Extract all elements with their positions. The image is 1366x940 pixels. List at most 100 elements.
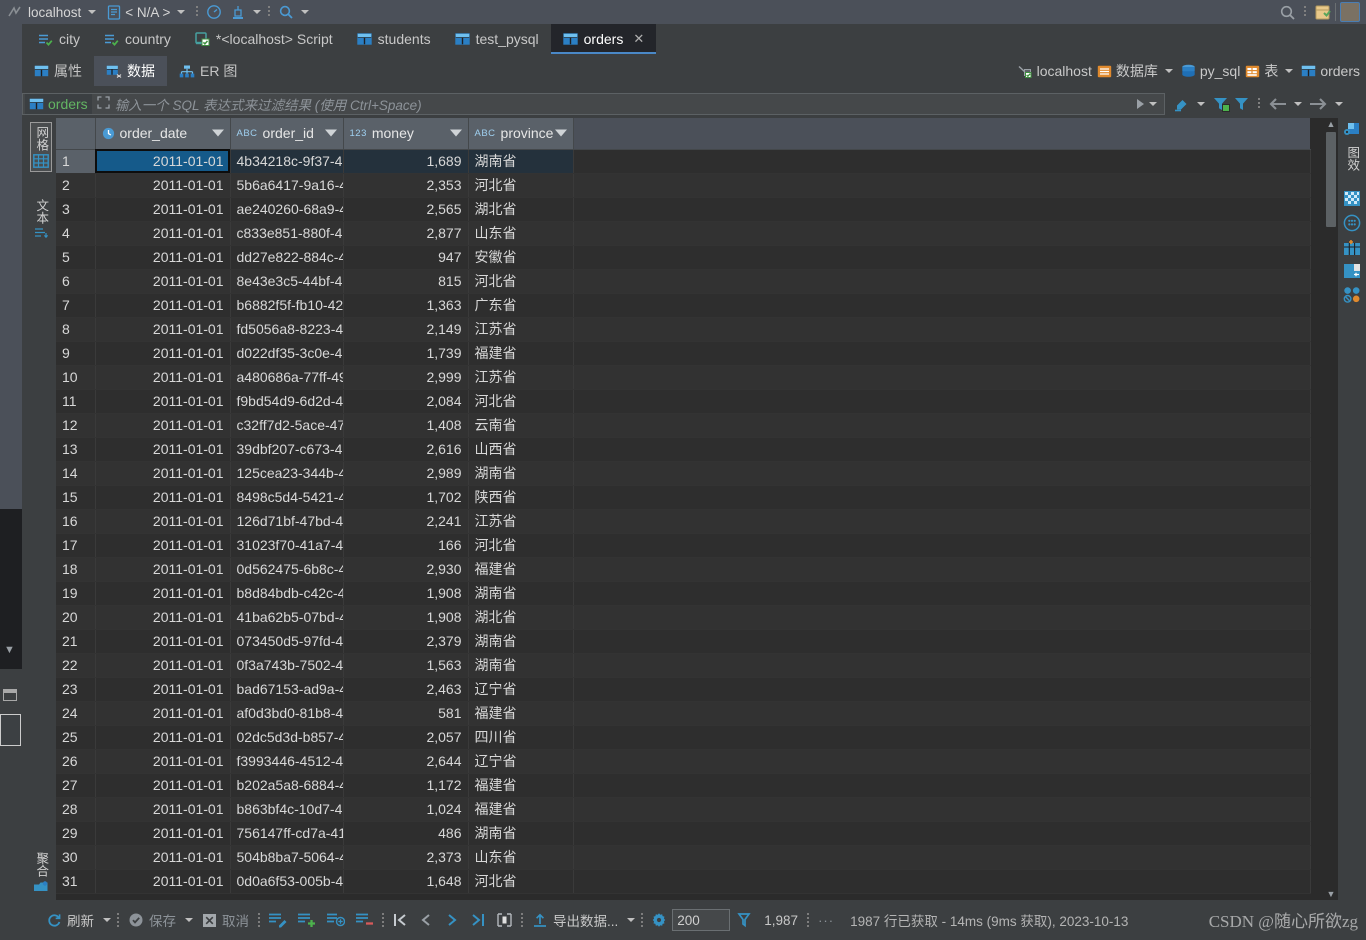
row-number-cell[interactable]: 3 xyxy=(56,197,96,222)
cell-province[interactable]: 福建省 xyxy=(468,797,574,822)
chevron-down-icon[interactable] xyxy=(301,10,310,14)
cancel-button[interactable]: 取消 xyxy=(196,910,255,930)
table-row[interactable]: 4 2011-01-01 c833e851-880f-4 2,877 山东省 xyxy=(56,221,1311,246)
cell-order-id[interactable]: c833e851-880f-4 xyxy=(230,221,344,246)
table-row[interactable]: 26 2011-01-01 f3993446-4512-4 2,644 辽宁省 xyxy=(56,749,1311,774)
duplicate-row-icon[interactable] xyxy=(321,912,350,928)
cell-money[interactable]: 486 xyxy=(343,821,469,846)
profiler-icon[interactable] xyxy=(202,4,226,20)
table-row[interactable]: 3 2011-01-01 ae240260-68a9-4 2,565 湖北省 xyxy=(56,197,1311,222)
cell-province[interactable]: 江苏省 xyxy=(468,317,574,342)
chevron-down-icon[interactable] xyxy=(324,129,337,137)
row-number-cell[interactable]: 19 xyxy=(56,581,96,606)
cell-order-date[interactable]: 2011-01-01 xyxy=(95,749,231,774)
cell-money[interactable]: 1,908 xyxy=(343,605,469,630)
rail-text-group[interactable]: 文本 xyxy=(31,196,51,242)
row-number-cell[interactable]: 6 xyxy=(56,269,96,294)
avatar[interactable] xyxy=(1340,2,1360,22)
editor-tab-students[interactable]: students xyxy=(345,24,443,54)
cell-money[interactable]: 2,084 xyxy=(343,389,469,414)
cell-order-id[interactable]: b863bf4c-10d7-4 xyxy=(230,797,344,822)
cell-money[interactable]: 2,463 xyxy=(343,677,469,702)
tab-properties[interactable]: 属性 xyxy=(22,56,94,86)
table-row[interactable]: 6 2011-01-01 8e43e3c5-44bf-4 815 河北省 xyxy=(56,269,1311,294)
cell-order-date[interactable]: 2011-01-01 xyxy=(95,797,231,822)
breadcrumb-item-tables[interactable]: 表 xyxy=(1245,61,1296,81)
circle-grid-icon[interactable] xyxy=(1343,214,1361,232)
cell-order-id[interactable]: dd27e822-884c-4 xyxy=(230,245,344,270)
panel-toggle-icon[interactable] xyxy=(3,689,17,701)
cell-order-id[interactable]: 504b8ba7-5064-4 xyxy=(230,845,344,870)
cell-order-id[interactable]: 073450d5-97fd-4 xyxy=(230,629,344,654)
save-button[interactable]: 保存 xyxy=(122,910,182,930)
cell-order-date[interactable]: 2011-01-01 xyxy=(95,389,231,414)
cell-order-date[interactable]: 2011-01-01 xyxy=(95,557,231,582)
cell-province[interactable]: 山东省 xyxy=(468,221,574,246)
row-number-cell[interactable]: 13 xyxy=(56,437,96,462)
chevron-down-icon[interactable] xyxy=(1335,102,1343,106)
nav-forward-icon[interactable] xyxy=(1309,97,1328,111)
scroll-down-icon[interactable]: ▼ xyxy=(1324,888,1338,900)
chevron-down-icon[interactable] xyxy=(554,129,567,137)
cell-province[interactable]: 河北省 xyxy=(468,173,574,198)
search-everywhere-icon[interactable] xyxy=(1279,4,1296,21)
cell-money[interactable]: 947 xyxy=(343,245,469,270)
cell-order-id[interactable]: 8e43e3c5-44bf-4 xyxy=(230,269,344,294)
cell-order-date[interactable]: 2011-01-01 xyxy=(95,773,231,798)
table-row[interactable]: 31 2011-01-01 0d0a6f53-005b-4 1,648 河北省 xyxy=(56,869,1311,894)
cell-province[interactable]: 山东省 xyxy=(468,845,574,870)
cell-province[interactable]: 安徽省 xyxy=(468,245,574,270)
row-number-cell[interactable]: 29 xyxy=(56,821,96,846)
chevron-down-icon[interactable] xyxy=(1197,102,1205,106)
row-number-cell[interactable]: 2 xyxy=(56,173,96,198)
results-grid[interactable]: order_date ABC order_id 123 money ABC pr… xyxy=(56,118,1328,900)
cell-money[interactable]: 1,363 xyxy=(343,293,469,318)
table-row[interactable]: 25 2011-01-01 02dc5d3d-b857-4 2,057 四川省 xyxy=(56,725,1311,750)
grid-vertical-scrollbar[interactable]: ▲ ▼ xyxy=(1324,118,1338,900)
table-row[interactable]: 19 2011-01-01 b8d84bdb-c42c-4 1,908 湖南省 xyxy=(56,581,1311,606)
row-number-cell[interactable]: 17 xyxy=(56,533,96,558)
column-header-order-date[interactable]: order_date xyxy=(95,118,231,150)
cell-money[interactable]: 2,353 xyxy=(343,173,469,198)
cell-order-date[interactable]: 2011-01-01 xyxy=(95,173,231,198)
cell-order-id[interactable]: 4b34218c-9f37-4 xyxy=(230,149,344,174)
cell-province[interactable]: 湖北省 xyxy=(468,605,574,630)
text-view-icon[interactable] xyxy=(33,227,49,239)
table-row[interactable]: 22 2011-01-01 0f3a743b-7502-4 1,563 湖南省 xyxy=(56,653,1311,678)
table-row[interactable]: 11 2011-01-01 f9bd54d9-6d2d-4 2,084 河北省 xyxy=(56,389,1311,414)
cell-money[interactable]: 2,644 xyxy=(343,749,469,774)
cell-money[interactable]: 2,057 xyxy=(343,725,469,750)
row-number-cell[interactable]: 27 xyxy=(56,773,96,798)
chevron-down-icon[interactable] xyxy=(103,918,111,922)
cell-province[interactable]: 河北省 xyxy=(468,869,574,894)
editor-tab-test-pysql[interactable]: test_pysql xyxy=(443,24,551,54)
table-row[interactable]: 5 2011-01-01 dd27e822-884c-4 947 安徽省 xyxy=(56,245,1311,270)
row-number-cell[interactable]: 15 xyxy=(56,485,96,510)
row-limit-input[interactable]: 200 xyxy=(672,909,731,931)
editor-tab-country[interactable]: country xyxy=(92,24,183,54)
table-row[interactable]: 8 2011-01-01 fd5056a8-8223-4 2,149 江苏省 xyxy=(56,317,1311,342)
chevron-down-icon[interactable] xyxy=(1294,102,1302,106)
cell-order-id[interactable]: b6882f5f-fb10-42 xyxy=(230,293,344,318)
cell-money[interactable]: 1,172 xyxy=(343,773,469,798)
table-row[interactable]: 29 2011-01-01 756147ff-cd7a-41 486 湖南省 xyxy=(56,821,1311,846)
row-number-cell[interactable]: 1 xyxy=(56,149,96,174)
layout-icon[interactable] xyxy=(1343,263,1361,279)
cell-order-date[interactable]: 2011-01-01 xyxy=(95,725,231,750)
cell-money[interactable]: 2,616 xyxy=(343,437,469,462)
table-row[interactable]: 16 2011-01-01 126d71bf-47bd-4 2,241 江苏省 xyxy=(56,509,1311,534)
row-number-cell[interactable]: 26 xyxy=(56,749,96,774)
table-row[interactable]: 30 2011-01-01 504b8ba7-5064-4 2,373 山东省 xyxy=(56,845,1311,870)
table-row[interactable]: 1 2011-01-01 4b34218c-9f37-4 1,689 湖南省 xyxy=(56,149,1311,174)
transpose-icon[interactable] xyxy=(1343,190,1361,207)
row-number-cell[interactable]: 4 xyxy=(56,221,96,246)
cell-province[interactable]: 山西省 xyxy=(468,437,574,462)
editor-tab-orders[interactable]: orders ✕ xyxy=(550,24,657,54)
cell-money[interactable]: 166 xyxy=(343,533,469,558)
delete-row-icon[interactable] xyxy=(350,912,379,928)
cell-order-id[interactable]: 0f3a743b-7502-4 xyxy=(230,653,344,678)
cell-money[interactable]: 2,241 xyxy=(343,509,469,534)
row-number-cell[interactable]: 10 xyxy=(56,365,96,390)
table-row[interactable]: 15 2011-01-01 8498c5d4-5421-4 1,702 陕西省 xyxy=(56,485,1311,510)
scrollbar-thumb[interactable] xyxy=(1326,132,1336,227)
